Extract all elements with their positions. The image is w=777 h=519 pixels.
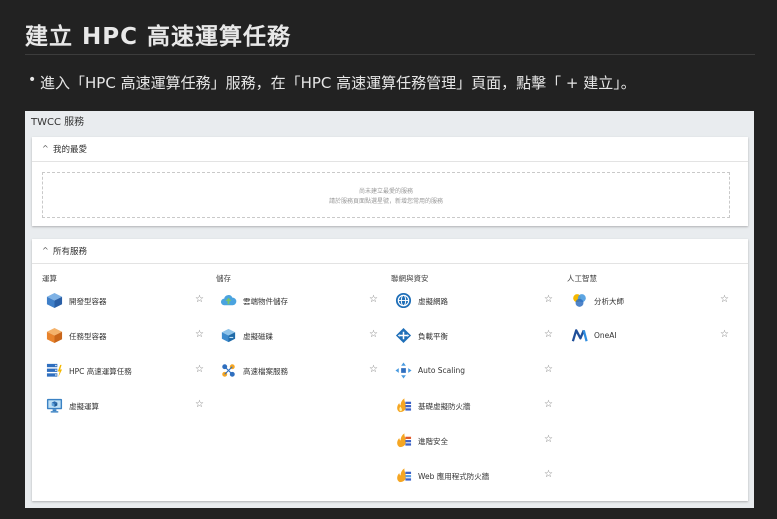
service-name[interactable]: 基礎虛擬防火牆 xyxy=(418,401,471,412)
favorite-star-icon[interactable]: ☆ xyxy=(544,434,553,446)
all-services-header-label: 所有服務 xyxy=(53,247,88,257)
monitor-cube-icon xyxy=(46,397,63,414)
favorite-star-icon[interactable]: ☆ xyxy=(544,364,553,376)
favorite-star-icon[interactable]: ☆ xyxy=(720,329,729,341)
favorite-star-icon[interactable]: ☆ xyxy=(195,364,204,376)
service-item[interactable]: 高速檔案服務 ☆ xyxy=(216,361,386,381)
service-name[interactable]: 雲端物件儲存 xyxy=(243,296,288,307)
service-name[interactable]: 虛擬運算 xyxy=(69,401,99,412)
service-item[interactable]: 基礎虛擬防火牆 ☆ xyxy=(391,396,561,416)
title-divider xyxy=(25,54,755,55)
service-name[interactable]: 開發型容器 xyxy=(69,296,107,307)
firewall-icon xyxy=(395,397,412,414)
service-name[interactable]: Auto Scaling xyxy=(418,366,465,375)
favorite-star-icon[interactable]: ☆ xyxy=(544,399,553,411)
step-instruction: • 進入「HPC 高速運算任務」服務，在「HPC 高速運算任務管理」頁面，點擊「… xyxy=(28,72,636,93)
favorite-star-icon[interactable]: ☆ xyxy=(544,469,553,481)
service-name[interactable]: 高速檔案服務 xyxy=(243,366,288,377)
favorite-star-icon[interactable]: ☆ xyxy=(195,294,204,306)
cloud-upload-icon xyxy=(220,292,237,309)
service-name[interactable]: OneAI xyxy=(594,331,617,340)
service-item[interactable]: 虛擬網路 ☆ xyxy=(391,291,561,311)
category-title: 人工智慧 xyxy=(567,274,597,283)
list-bullet: • xyxy=(28,72,37,88)
favorite-star-icon[interactable]: ☆ xyxy=(369,294,378,306)
all-services-panel: ^ 所有服務 運算開發型容器 ☆ 任務型容器 ☆ HPC 高速運算任務 ☆ 虛擬運算 ☆ 儲存雲… xyxy=(32,239,748,501)
cube-orange-icon xyxy=(46,327,63,344)
favorites-header-label: 我的最愛 xyxy=(53,145,88,155)
virtual-disk-icon xyxy=(220,327,237,344)
service-name[interactable]: 虛擬網路 xyxy=(418,296,448,307)
service-name[interactable]: HPC 高速運算任務 xyxy=(69,366,132,377)
service-item[interactable]: Web 應用程式防火牆 ☆ xyxy=(391,466,561,486)
collapse-caret-icon[interactable]: ^ xyxy=(42,246,49,255)
service-name[interactable]: 負載平衡 xyxy=(418,331,448,342)
service-name[interactable]: 進階安全 xyxy=(418,436,448,447)
load-balancer-icon xyxy=(395,327,412,344)
favorites-empty-state: 尚未建立最愛的服務 請於服務頁面點選星號，新增您常用的服務 xyxy=(42,172,730,218)
category-title: 聯網與資安 xyxy=(391,274,429,283)
service-item[interactable]: Auto Scaling ☆ xyxy=(391,361,561,381)
favorite-star-icon[interactable]: ☆ xyxy=(544,329,553,341)
service-item[interactable]: 雲端物件儲存 ☆ xyxy=(216,291,386,311)
category-title: 儲存 xyxy=(216,274,231,283)
collapse-caret-icon[interactable]: ^ xyxy=(42,144,49,153)
hpc-servers-icon xyxy=(46,362,63,379)
service-name[interactable]: Web 應用程式防火牆 xyxy=(418,471,489,482)
step-text: 進入「HPC 高速運算任務」服務，在「HPC 高速運算任務管理」頁面，點擊「 +… xyxy=(40,74,636,92)
services-page-title: TWCC 服務 xyxy=(31,117,85,128)
service-name[interactable]: 任務型容器 xyxy=(69,331,107,342)
service-item[interactable]: 任務型容器 ☆ xyxy=(42,326,212,346)
service-name[interactable]: 虛擬磁碟 xyxy=(243,331,273,342)
advanced-security-icon xyxy=(395,432,412,449)
favorites-panel: ^ 我的最愛 尚未建立最愛的服務 請於服務頁面點選星號，新增您常用的服務 xyxy=(32,137,748,226)
service-item[interactable]: 負載平衡 ☆ xyxy=(391,326,561,346)
favorite-star-icon[interactable]: ☆ xyxy=(195,399,204,411)
doc-title: 建立 HPC 高速運算任務 xyxy=(25,24,291,50)
favorite-star-icon[interactable]: ☆ xyxy=(720,294,729,306)
service-item[interactable]: 分析大師 ☆ xyxy=(567,291,737,311)
waf-icon xyxy=(395,467,412,484)
virtual-network-icon xyxy=(395,292,412,309)
favorite-star-icon[interactable]: ☆ xyxy=(544,294,553,306)
favorites-header[interactable]: ^ 我的最愛 xyxy=(32,137,748,162)
empty-message: 尚未建立最愛的服務 xyxy=(358,188,413,195)
service-item[interactable]: 虛擬運算 ☆ xyxy=(42,396,212,416)
service-item[interactable]: OneAI ☆ xyxy=(567,326,737,346)
service-name[interactable]: 分析大師 xyxy=(594,296,624,307)
service-item[interactable]: HPC 高速運算任務 ☆ xyxy=(42,361,212,381)
oneai-logo-icon xyxy=(571,327,588,344)
category-title: 運算 xyxy=(42,274,57,283)
analytics-icon xyxy=(571,292,588,309)
empty-hint: 請於服務頁面點選星號，新增您常用的服務 xyxy=(328,198,443,205)
service-item[interactable]: 進階安全 ☆ xyxy=(391,431,561,451)
service-item[interactable]: 虛擬磁碟 ☆ xyxy=(216,326,386,346)
file-system-icon xyxy=(220,362,237,379)
all-services-header[interactable]: ^ 所有服務 xyxy=(32,239,748,264)
favorite-star-icon[interactable]: ☆ xyxy=(369,329,378,341)
service-item[interactable]: 開發型容器 ☆ xyxy=(42,291,212,311)
twcc-screenshot: TWCC 服務 ^ 我的最愛 尚未建立最愛的服務 請於服務頁面點選星號，新增您常… xyxy=(25,111,754,508)
favorite-star-icon[interactable]: ☆ xyxy=(195,329,204,341)
cube-blue-icon xyxy=(46,292,63,309)
auto-scaling-icon xyxy=(395,362,412,379)
favorite-star-icon[interactable]: ☆ xyxy=(369,364,378,376)
